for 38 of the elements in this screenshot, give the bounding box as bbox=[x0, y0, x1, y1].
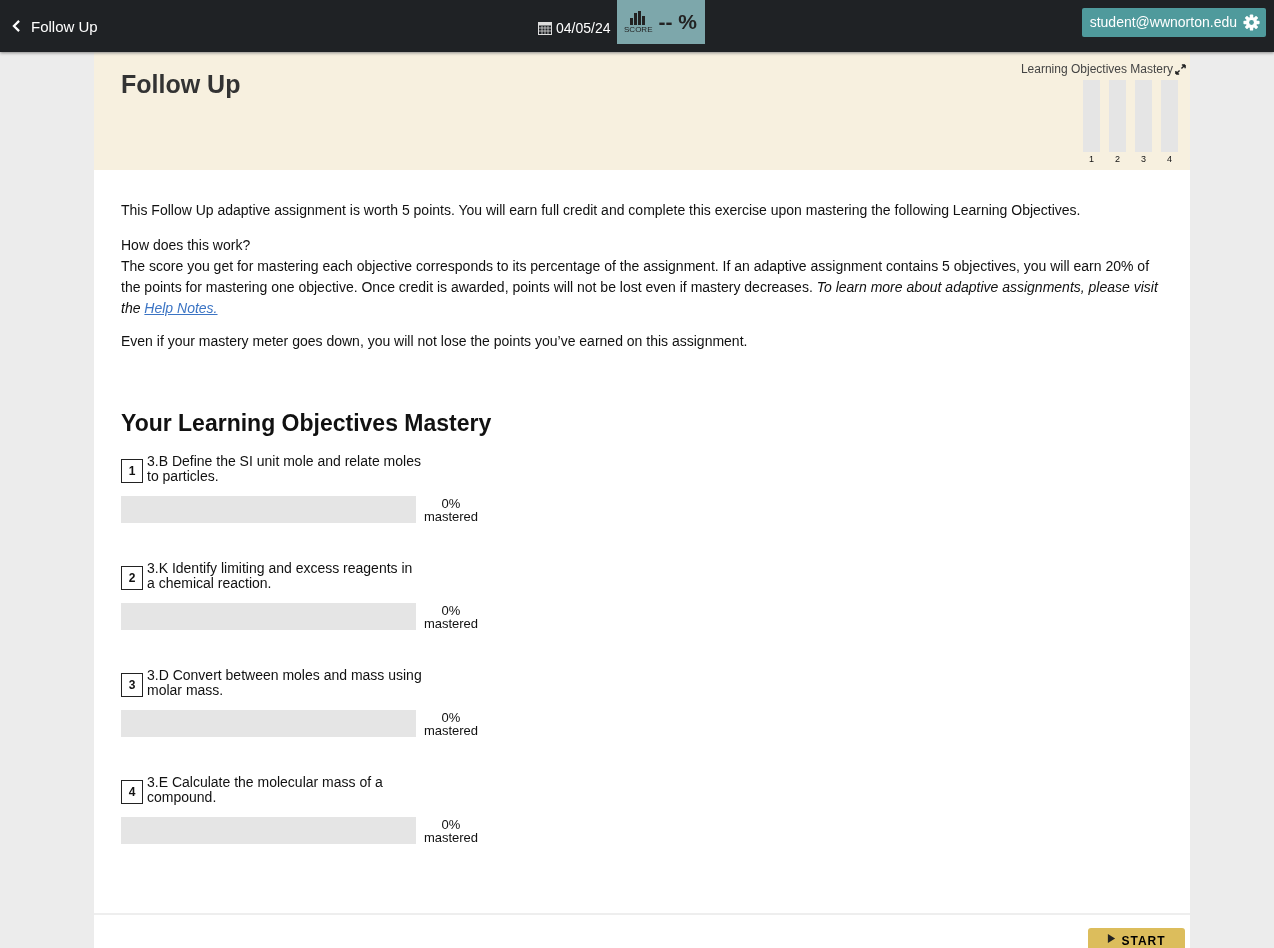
due-date: 04/05/24 bbox=[556, 20, 611, 36]
objective-number: 1 bbox=[121, 459, 143, 483]
objective-number: 3 bbox=[121, 673, 143, 697]
score-value: -- % bbox=[658, 10, 697, 34]
section-heading: Your Learning Objectives Mastery bbox=[121, 409, 493, 438]
objective-number: 4 bbox=[121, 780, 143, 804]
note-text: Even if your mastery meter goes down, you will not lose the points you’ve earned on this assignment. bbox=[121, 332, 749, 351]
help-notes-link[interactable]: Help Notes. bbox=[144, 300, 218, 316]
percent-value: 0% bbox=[441, 497, 461, 510]
how-heading: How does this work? bbox=[121, 237, 251, 253]
percent-value: 0% bbox=[441, 818, 461, 831]
mastered-caption: mastered bbox=[423, 724, 479, 737]
objective-text: 3.K Identify limiting and excess reagents in a chemical reaction. bbox=[147, 561, 414, 591]
back-link[interactable]: Follow Up bbox=[12, 17, 98, 35]
bar-label: 2 bbox=[1115, 154, 1120, 164]
settings-icon bbox=[1243, 13, 1260, 31]
intro-text: This Follow Up adaptive assignment is worth 5 points. You will earn full credit and complete this exercise upon mastering the following Learning Objectives. bbox=[121, 201, 1082, 220]
calendar-icon bbox=[538, 21, 552, 35]
chart-title: Learning Objectives Mastery bbox=[1020, 62, 1173, 76]
bar-label: 4 bbox=[1167, 154, 1172, 164]
chevron-left-icon bbox=[12, 20, 21, 32]
percent-value: 0% bbox=[441, 711, 461, 724]
objective-text: 3.E Calculate the molecular mass of a compound. bbox=[147, 775, 384, 805]
play-icon bbox=[1107, 934, 1117, 943]
mastered-caption: mastered bbox=[423, 617, 479, 630]
mastered-caption: mastered bbox=[423, 831, 479, 844]
bar-label: 1 bbox=[1089, 154, 1094, 164]
score-caption: SCORE bbox=[624, 24, 653, 34]
page-title: Follow Up bbox=[121, 70, 241, 100]
percent-value: 0% bbox=[441, 604, 461, 617]
explanation-text: The score you get for mastering each objective corresponds to its percentage of the assignment. If an adaptive assignment contains 5 objectives, you will earn 20% of the points for mastering one objective. Once credit is awarded, points will not be lost even if mastery decreases. To learn more about adaptive assignments, please visit the Help Notes. bbox=[121, 258, 1158, 316]
start-button[interactable]: START bbox=[1088, 928, 1185, 948]
objective-number: 2 bbox=[121, 566, 143, 590]
mastered-caption: mastered bbox=[423, 510, 479, 523]
bar-label: 3 bbox=[1141, 154, 1146, 164]
objective-text: 3.D Convert between moles and mass using molar mass. bbox=[147, 668, 422, 698]
objective-text: 3.B Define the SI unit mole and relate moles to particles. bbox=[147, 454, 422, 484]
expand-icon[interactable] bbox=[1175, 63, 1186, 75]
